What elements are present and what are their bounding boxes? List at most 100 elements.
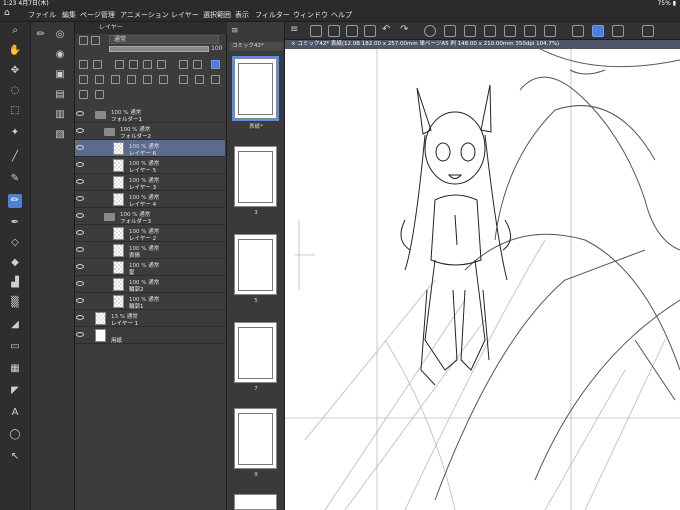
page-menu-icon[interactable]: ≡ xyxy=(231,26,239,36)
new-folder-icon[interactable] xyxy=(111,75,120,84)
mask-add-icon[interactable] xyxy=(179,75,188,84)
settings-layer-icon[interactable] xyxy=(195,75,204,84)
layer-more-icon[interactable] xyxy=(79,90,88,99)
eraser-icon[interactable]: ◇ xyxy=(8,236,22,250)
snap-special-icon[interactable] xyxy=(612,25,624,37)
deselect-icon[interactable] xyxy=(524,25,536,37)
hand-icon[interactable]: ✋ xyxy=(8,44,22,58)
layer-row[interactable]: 用紙 xyxy=(75,327,225,344)
menu-animation[interactable]: アニメーション xyxy=(120,10,169,20)
menu-window[interactable]: ウィンドウ xyxy=(293,10,328,20)
eye-icon[interactable] xyxy=(76,213,84,218)
select-icon[interactable]: ⬚ xyxy=(8,104,22,118)
layer-row[interactable]: 100 % 通常 レイヤー 4 xyxy=(75,191,225,208)
move-icon[interactable]: ✥ xyxy=(8,64,22,78)
menu-selection[interactable]: 選択範囲 xyxy=(203,10,231,20)
lasso-icon[interactable]: ◌ xyxy=(8,84,22,98)
page-thumb[interactable] xyxy=(234,146,277,207)
layer-up-icon[interactable] xyxy=(95,90,104,99)
page-thumb[interactable] xyxy=(232,56,279,121)
pen-icon[interactable]: ✎ xyxy=(8,172,22,186)
eye-icon[interactable] xyxy=(76,128,84,133)
layer-folder-row[interactable]: 100 % 通常 フォルダー2 xyxy=(75,123,225,140)
draft-icon[interactable] xyxy=(115,60,124,69)
menu-edit[interactable]: 編集 xyxy=(62,10,76,20)
hamburger-icon[interactable]: ≡ xyxy=(290,25,302,37)
clear-icon[interactable] xyxy=(444,25,456,37)
layer-clip-icon[interactable] xyxy=(91,36,100,45)
new-file-icon[interactable] xyxy=(310,25,322,37)
eye-icon[interactable] xyxy=(76,247,84,252)
active-layer-icon[interactable] xyxy=(211,60,220,69)
ruler-icon[interactable] xyxy=(572,25,584,37)
layer-row[interactable]: 100 % 通常 レイヤー 3 xyxy=(75,174,225,191)
eye-icon[interactable] xyxy=(76,332,84,337)
menu-help[interactable]: ヘルプ xyxy=(331,10,352,20)
eye-icon[interactable] xyxy=(76,179,84,184)
page-thumb[interactable] xyxy=(234,322,277,383)
layer-toggle-icon[interactable] xyxy=(79,36,88,45)
settings-icon[interactable]: ◎ xyxy=(53,28,67,42)
menu-file[interactable]: ファイル xyxy=(28,10,56,20)
layer-color-icon[interactable] xyxy=(179,60,188,69)
lock-icon[interactable] xyxy=(79,60,88,69)
drawing-canvas[interactable] xyxy=(285,40,680,510)
menu-view[interactable]: 表示 xyxy=(235,10,249,20)
text-icon[interactable]: A xyxy=(8,406,22,420)
export-icon[interactable] xyxy=(364,25,376,37)
open-icon[interactable] xyxy=(328,25,340,37)
opacity-slider[interactable] xyxy=(109,46,209,52)
layer-prop-icon[interactable]: ▣ xyxy=(53,68,67,82)
spinner-icon[interactable] xyxy=(424,25,436,37)
transform-icon[interactable] xyxy=(504,25,516,37)
palette-icon[interactable] xyxy=(157,60,166,69)
document-tab[interactable]: × コミック42* 表紙(12.0B 182.00 x 257.00mm 単ペー… xyxy=(285,40,680,49)
ruler-link-icon[interactable] xyxy=(193,60,202,69)
app-icon[interactable]: ⌂ xyxy=(4,8,10,18)
ref-icon[interactable] xyxy=(93,60,102,69)
blend-icon[interactable]: ◆ xyxy=(8,256,22,270)
eyedropper-icon[interactable]: ╱ xyxy=(8,150,22,164)
blend-mode-select[interactable]: 通常 xyxy=(109,35,219,44)
merge-icon[interactable] xyxy=(143,75,152,84)
layer-row[interactable]: 100 % 通常髪 xyxy=(75,259,225,276)
menu-filter[interactable]: フィルター xyxy=(255,10,290,20)
fill-bucket-icon[interactable]: ▟ xyxy=(8,276,22,290)
layer-row[interactable]: 100 % 通常 レイヤー 5 xyxy=(75,157,225,174)
grid-icon[interactable] xyxy=(544,25,556,37)
crop-icon[interactable] xyxy=(484,25,496,37)
new-layer-icon[interactable] xyxy=(79,75,88,84)
figure-icon[interactable]: ◢ xyxy=(8,318,22,332)
layer-row[interactable]: 100 % 通常 レイヤー 6 xyxy=(75,140,225,157)
move-down-icon[interactable] xyxy=(127,75,136,84)
balloon-icon[interactable]: ◯ xyxy=(8,428,22,442)
eye-icon[interactable] xyxy=(76,145,84,150)
page-thumb[interactable] xyxy=(234,494,277,510)
duplicate-icon[interactable] xyxy=(159,75,168,84)
layer-row[interactable]: 100 % 通常 レイヤー 2 xyxy=(75,225,225,242)
eye-icon[interactable] xyxy=(76,298,84,303)
menu-layer[interactable]: レイヤー xyxy=(171,10,199,20)
zoom-icon[interactable]: ⌕ xyxy=(8,24,22,38)
brush-icon[interactable]: ✒ xyxy=(8,216,22,230)
snap-ruler-icon[interactable] xyxy=(592,25,604,37)
quick-access-icon[interactable] xyxy=(642,25,654,37)
correct-line-icon[interactable]: ↖ xyxy=(8,450,22,464)
fill-icon[interactable] xyxy=(464,25,476,37)
new-vector-icon[interactable] xyxy=(95,75,104,84)
alpha-lock-icon[interactable] xyxy=(129,60,138,69)
menu-page[interactable]: ページ管理 xyxy=(80,10,115,20)
page-thumb[interactable] xyxy=(234,408,277,469)
mask-icon[interactable] xyxy=(143,60,152,69)
eye-icon[interactable] xyxy=(76,264,84,269)
history-icon[interactable]: ▧ xyxy=(53,128,67,142)
frame-icon[interactable]: ▭ xyxy=(8,340,22,354)
eye-icon[interactable] xyxy=(76,315,84,320)
eye-icon[interactable] xyxy=(76,162,84,167)
layer-row[interactable]: 100 % 通常 輪郭2 xyxy=(75,276,225,293)
eye-icon[interactable] xyxy=(76,281,84,286)
trash-icon[interactable] xyxy=(211,75,220,84)
gradient-icon[interactable]: ▒ xyxy=(8,296,22,310)
navigator-icon[interactable]: ▥ xyxy=(53,108,67,122)
ruler-tool-icon[interactable]: ▦ xyxy=(8,362,22,376)
